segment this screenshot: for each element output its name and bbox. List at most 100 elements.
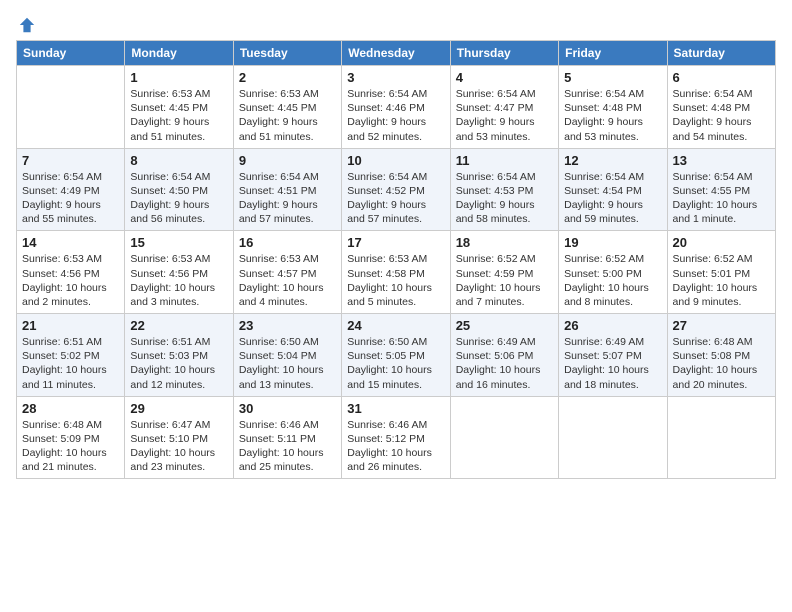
calendar-week-row: 1 Sunrise: 6:53 AMSunset: 4:45 PMDaylight… bbox=[17, 66, 776, 149]
day-number: 3 bbox=[347, 70, 444, 85]
day-number: 20 bbox=[673, 235, 770, 250]
calendar-cell bbox=[450, 396, 558, 479]
calendar-cell: 13 Sunrise: 6:54 AMSunset: 4:55 PMDayligh… bbox=[667, 148, 775, 231]
day-info: Sunrise: 6:54 AMSunset: 4:46 PMDaylight:… bbox=[347, 87, 444, 144]
day-header-thursday: Thursday bbox=[450, 41, 558, 66]
day-info: Sunrise: 6:53 AMSunset: 4:56 PMDaylight:… bbox=[130, 252, 227, 309]
calendar-cell: 22 Sunrise: 6:51 AMSunset: 5:03 PMDayligh… bbox=[125, 314, 233, 397]
day-number: 29 bbox=[130, 401, 227, 416]
day-info: Sunrise: 6:53 AMSunset: 4:45 PMDaylight:… bbox=[130, 87, 227, 144]
day-header-wednesday: Wednesday bbox=[342, 41, 450, 66]
calendar-cell: 31Sunrise: 6:46 AMSunset: 5:12 PMDayligh… bbox=[342, 396, 450, 479]
day-number: 1 bbox=[130, 70, 227, 85]
day-info: Sunrise: 6:49 AMSunset: 5:07 PMDaylight:… bbox=[564, 335, 661, 392]
calendar-week-row: 21 Sunrise: 6:51 AMSunset: 5:02 PMDayligh… bbox=[17, 314, 776, 397]
calendar-cell: 6 Sunrise: 6:54 AMSunset: 4:48 PMDaylight… bbox=[667, 66, 775, 149]
day-info: Sunrise: 6:53 AMSunset: 4:58 PMDaylight:… bbox=[347, 252, 444, 309]
day-header-monday: Monday bbox=[125, 41, 233, 66]
day-number: 2 bbox=[239, 70, 336, 85]
calendar-cell bbox=[17, 66, 125, 149]
calendar-cell: 17 Sunrise: 6:53 AMSunset: 4:58 PMDayligh… bbox=[342, 231, 450, 314]
calendar-cell: 8 Sunrise: 6:54 AMSunset: 4:50 PMDaylight… bbox=[125, 148, 233, 231]
day-info: Sunrise: 6:53 AMSunset: 4:45 PMDaylight:… bbox=[239, 87, 336, 144]
calendar-cell: 3 Sunrise: 6:54 AMSunset: 4:46 PMDaylight… bbox=[342, 66, 450, 149]
day-info: Sunrise: 6:54 AMSunset: 4:48 PMDaylight:… bbox=[673, 87, 770, 144]
day-info: Sunrise: 6:48 AMSunset: 5:08 PMDaylight:… bbox=[673, 335, 770, 392]
day-number: 23 bbox=[239, 318, 336, 333]
calendar-header-row: SundayMondayTuesdayWednesdayThursdayFrid… bbox=[17, 41, 776, 66]
calendar-cell bbox=[559, 396, 667, 479]
day-info: Sunrise: 6:49 AMSunset: 5:06 PMDaylight:… bbox=[456, 335, 553, 392]
day-info: Sunrise: 6:54 AMSunset: 4:55 PMDaylight:… bbox=[673, 170, 770, 227]
day-info: Sunrise: 6:54 AMSunset: 4:47 PMDaylight:… bbox=[456, 87, 553, 144]
day-info: Sunrise: 6:48 AMSunset: 5:09 PMDaylight:… bbox=[22, 418, 119, 475]
day-number: 15 bbox=[130, 235, 227, 250]
calendar-cell: 4 Sunrise: 6:54 AMSunset: 4:47 PMDaylight… bbox=[450, 66, 558, 149]
calendar-cell: 25 Sunrise: 6:49 AMSunset: 5:06 PMDayligh… bbox=[450, 314, 558, 397]
calendar-cell bbox=[667, 396, 775, 479]
day-info: Sunrise: 6:54 AMSunset: 4:53 PMDaylight:… bbox=[456, 170, 553, 227]
calendar-cell: 11 Sunrise: 6:54 AMSunset: 4:53 PMDayligh… bbox=[450, 148, 558, 231]
calendar-table: SundayMondayTuesdayWednesdayThursdayFrid… bbox=[16, 40, 776, 479]
calendar-cell: 19Sunrise: 6:52 AMSunset: 5:00 PMDayligh… bbox=[559, 231, 667, 314]
calendar-cell: 24 Sunrise: 6:50 AMSunset: 5:05 PMDayligh… bbox=[342, 314, 450, 397]
day-info: Sunrise: 6:51 AMSunset: 5:03 PMDaylight:… bbox=[130, 335, 227, 392]
day-info: Sunrise: 6:52 AMSunset: 5:00 PMDaylight:… bbox=[564, 252, 661, 309]
day-number: 17 bbox=[347, 235, 444, 250]
day-number: 4 bbox=[456, 70, 553, 85]
day-info: Sunrise: 6:54 AMSunset: 4:50 PMDaylight:… bbox=[130, 170, 227, 227]
day-number: 6 bbox=[673, 70, 770, 85]
day-number: 26 bbox=[564, 318, 661, 333]
day-info: Sunrise: 6:51 AMSunset: 5:02 PMDaylight:… bbox=[22, 335, 119, 392]
day-info: Sunrise: 6:53 AMSunset: 4:56 PMDaylight:… bbox=[22, 252, 119, 309]
day-info: Sunrise: 6:54 AMSunset: 4:48 PMDaylight:… bbox=[564, 87, 661, 144]
day-info: Sunrise: 6:46 AMSunset: 5:11 PMDaylight:… bbox=[239, 418, 336, 475]
day-info: Sunrise: 6:52 AMSunset: 4:59 PMDaylight:… bbox=[456, 252, 553, 309]
day-number: 7 bbox=[22, 153, 119, 168]
calendar-cell: 12Sunrise: 6:54 AMSunset: 4:54 PMDayligh… bbox=[559, 148, 667, 231]
calendar-cell: 30 Sunrise: 6:46 AMSunset: 5:11 PMDayligh… bbox=[233, 396, 341, 479]
calendar-cell: 2 Sunrise: 6:53 AMSunset: 4:45 PMDaylight… bbox=[233, 66, 341, 149]
calendar-cell: 18 Sunrise: 6:52 AMSunset: 4:59 PMDayligh… bbox=[450, 231, 558, 314]
calendar-cell: 5 Sunrise: 6:54 AMSunset: 4:48 PMDaylight… bbox=[559, 66, 667, 149]
day-number: 16 bbox=[239, 235, 336, 250]
day-number: 8 bbox=[130, 153, 227, 168]
calendar-cell: 7Sunrise: 6:54 AMSunset: 4:49 PMDaylight… bbox=[17, 148, 125, 231]
calendar-cell: 27 Sunrise: 6:48 AMSunset: 5:08 PMDayligh… bbox=[667, 314, 775, 397]
calendar-cell: 1 Sunrise: 6:53 AMSunset: 4:45 PMDaylight… bbox=[125, 66, 233, 149]
day-number: 31 bbox=[347, 401, 444, 416]
calendar-cell: 20Sunrise: 6:52 AMSunset: 5:01 PMDayligh… bbox=[667, 231, 775, 314]
day-header-saturday: Saturday bbox=[667, 41, 775, 66]
day-number: 5 bbox=[564, 70, 661, 85]
day-info: Sunrise: 6:54 AMSunset: 4:52 PMDaylight:… bbox=[347, 170, 444, 227]
day-number: 11 bbox=[456, 153, 553, 168]
day-number: 22 bbox=[130, 318, 227, 333]
calendar-cell: 9Sunrise: 6:54 AMSunset: 4:51 PMDaylight… bbox=[233, 148, 341, 231]
day-number: 21 bbox=[22, 318, 119, 333]
day-number: 25 bbox=[456, 318, 553, 333]
day-info: Sunrise: 6:53 AMSunset: 4:57 PMDaylight:… bbox=[239, 252, 336, 309]
day-number: 14 bbox=[22, 235, 119, 250]
day-header-friday: Friday bbox=[559, 41, 667, 66]
calendar-cell: 15 Sunrise: 6:53 AMSunset: 4:56 PMDayligh… bbox=[125, 231, 233, 314]
logo bbox=[16, 16, 36, 30]
day-header-sunday: Sunday bbox=[17, 41, 125, 66]
calendar-cell: 28 Sunrise: 6:48 AMSunset: 5:09 PMDayligh… bbox=[17, 396, 125, 479]
logo-icon bbox=[18, 16, 36, 34]
day-number: 27 bbox=[673, 318, 770, 333]
calendar-cell: 21 Sunrise: 6:51 AMSunset: 5:02 PMDayligh… bbox=[17, 314, 125, 397]
day-number: 28 bbox=[22, 401, 119, 416]
day-number: 24 bbox=[347, 318, 444, 333]
calendar-cell: 10Sunrise: 6:54 AMSunset: 4:52 PMDayligh… bbox=[342, 148, 450, 231]
calendar-cell: 23Sunrise: 6:50 AMSunset: 5:04 PMDayligh… bbox=[233, 314, 341, 397]
day-number: 13 bbox=[673, 153, 770, 168]
day-number: 30 bbox=[239, 401, 336, 416]
day-number: 9 bbox=[239, 153, 336, 168]
day-number: 18 bbox=[456, 235, 553, 250]
calendar-cell: 16 Sunrise: 6:53 AMSunset: 4:57 PMDayligh… bbox=[233, 231, 341, 314]
calendar-week-row: 7Sunrise: 6:54 AMSunset: 4:49 PMDaylight… bbox=[17, 148, 776, 231]
calendar-week-row: 28 Sunrise: 6:48 AMSunset: 5:09 PMDayligh… bbox=[17, 396, 776, 479]
calendar-week-row: 14 Sunrise: 6:53 AMSunset: 4:56 PMDayligh… bbox=[17, 231, 776, 314]
day-info: Sunrise: 6:47 AMSunset: 5:10 PMDaylight:… bbox=[130, 418, 227, 475]
day-info: Sunrise: 6:50 AMSunset: 5:05 PMDaylight:… bbox=[347, 335, 444, 392]
